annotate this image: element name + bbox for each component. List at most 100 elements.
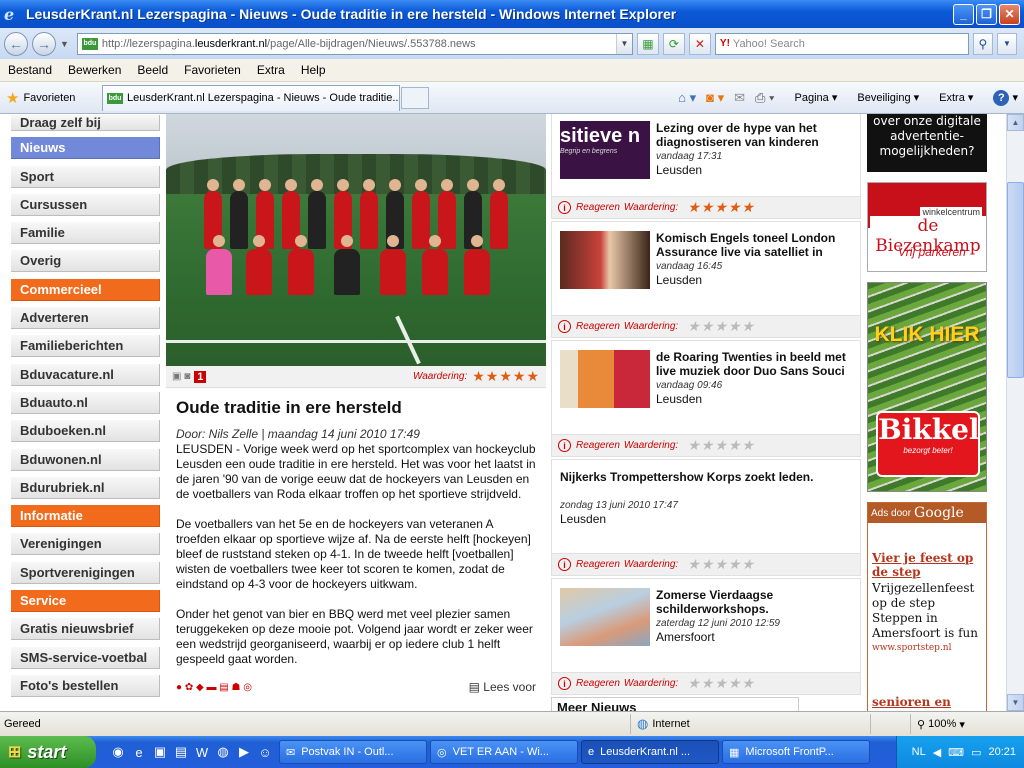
- taskbar-task[interactable]: e LeusderKrant.nl ...: [581, 740, 719, 764]
- keyboard-icon[interactable]: ⌨: [948, 746, 964, 759]
- news-item-title[interactable]: Lezing over de hype van het diagnostiser…: [656, 121, 852, 149]
- history-dropdown-icon[interactable]: ▼: [60, 39, 69, 49]
- language-indicator[interactable]: NL: [912, 746, 926, 758]
- react-link[interactable]: Reageren: [576, 440, 620, 451]
- photo-camera-icon[interactable]: ▣ ◙: [172, 371, 190, 382]
- home-icon[interactable]: ⌂ ▾: [678, 90, 696, 106]
- quicklaunch-messenger-icon[interactable]: ☺: [255, 742, 275, 762]
- sidebar-item-sport[interactable]: Sport: [11, 165, 160, 188]
- mail-icon[interactable]: ✉: [734, 90, 745, 106]
- sidebar-item-bduboeken-nl[interactable]: Bduboeken.nl: [11, 420, 160, 443]
- news-item[interactable]: Zomerse Vierdaagse schilderworkshops. zat…: [551, 578, 861, 695]
- search-field[interactable]: Y! Yahoo! Search: [714, 32, 969, 55]
- quicklaunch-word-icon[interactable]: W: [192, 742, 212, 762]
- menu-bestand[interactable]: Bestand: [0, 63, 60, 77]
- sidebar-item-sportverenigingen[interactable]: Sportverenigingen: [11, 561, 160, 584]
- react-link[interactable]: Reageren: [576, 202, 620, 213]
- sidebar-item-bduwonen-nl[interactable]: Bduwonen.nl: [11, 448, 160, 471]
- news-thumbnail[interactable]: [560, 231, 650, 289]
- quicklaunch-outlook-icon[interactable]: ◉: [108, 742, 128, 762]
- sidebar-item-overig[interactable]: Overig: [11, 250, 160, 273]
- news-item-title[interactable]: de Roaring Twenties in beeld met live mu…: [656, 350, 852, 378]
- menu-beeld[interactable]: Beeld: [129, 63, 176, 77]
- page-menu[interactable]: Pagina ▾: [785, 91, 838, 104]
- news-thumbnail[interactable]: sitieve n Begrip en begrens: [560, 121, 650, 179]
- news-item[interactable]: sitieve n Begrip en begrens Lezing over de…: [551, 114, 861, 219]
- news-item[interactable]: de Roaring Twenties in beeld met live mu…: [551, 340, 861, 457]
- address-dropdown-icon[interactable]: ▼: [615, 33, 632, 54]
- react-link[interactable]: Reageren: [576, 559, 620, 570]
- menu-bewerken[interactable]: Bewerken: [60, 63, 129, 77]
- maximize-button[interactable]: ❐: [976, 3, 997, 25]
- search-icon[interactable]: ⚲: [972, 32, 993, 55]
- sidebar-item-adverteren[interactable]: Adverteren: [11, 307, 160, 330]
- address-url[interactable]: http://lezerspagina.leusderkrant.nl/page…: [102, 38, 616, 50]
- quicklaunch-desktop-icon[interactable]: ▣: [150, 742, 170, 762]
- vertical-scrollbar[interactable]: ▲ ▼: [1006, 114, 1024, 711]
- quicklaunch-media-icon[interactable]: ▶: [234, 742, 254, 762]
- news-item-title[interactable]: Komisch Engels toneel London Assurance l…: [656, 231, 852, 259]
- network-icon[interactable]: ▭: [971, 746, 981, 759]
- sidebar-item-draag-zelf-bij[interactable]: Draag zelf bij: [11, 115, 160, 131]
- news-thumbnail[interactable]: [560, 350, 650, 408]
- new-tab-button[interactable]: [401, 86, 429, 109]
- refresh-icon[interactable]: ⟳: [662, 32, 685, 55]
- zoom-level[interactable]: ⚲ 100% ▾: [910, 714, 965, 734]
- share-icons[interactable]: ● ✿ ◆ ▬ ▤ ☗ ◎: [176, 682, 252, 693]
- sidebar-item-bduauto-nl[interactable]: Bduauto.nl: [11, 391, 160, 414]
- sidebar-item-familieberichten[interactable]: Familieberichten: [11, 335, 160, 358]
- google-ad-link-2[interactable]: senioren en wonen: [872, 695, 986, 711]
- search-options-icon[interactable]: ▼: [996, 32, 1017, 55]
- news-item-title[interactable]: Zomerse Vierdaagse schilderworkshops.: [656, 588, 852, 616]
- sidebar-item-commercieel[interactable]: Commercieel: [11, 278, 160, 301]
- news-item[interactable]: Komisch Engels toneel London Assurance l…: [551, 221, 861, 338]
- taskbar-task[interactable]: ▦ Microsoft FrontP...: [722, 740, 870, 764]
- sidebar-item-bdurubriek-nl[interactable]: Bdurubriek.nl: [11, 476, 160, 499]
- security-zone[interactable]: ◍ Internet: [630, 714, 870, 734]
- scroll-up-icon[interactable]: ▲: [1007, 114, 1024, 131]
- rss-icon[interactable]: ◙ ▾: [706, 90, 724, 106]
- news-item-title[interactable]: Nijkerks Trompettershow Korps zoekt lede…: [560, 470, 852, 484]
- compatibility-icon[interactable]: ▦: [636, 32, 659, 55]
- sidebar-item-informatie[interactable]: Informatie: [11, 505, 160, 528]
- forward-button[interactable]: →: [32, 31, 56, 56]
- quicklaunch-firefox-icon[interactable]: ◍: [213, 742, 233, 762]
- taskbar-task[interactable]: ✉ Postvak IN - Outl...: [279, 740, 427, 764]
- photo-count[interactable]: 1: [194, 370, 207, 383]
- sidebar-item-sms-service-voetbal[interactable]: SMS-service-voetbal: [11, 646, 160, 669]
- scroll-thumb[interactable]: [1007, 182, 1024, 378]
- more-news-header[interactable]: Meer Nieuws: [551, 697, 799, 711]
- ad-bikkel[interactable]: KLIK HIER Bikkel bezorgt beter!: [867, 282, 987, 492]
- react-link[interactable]: Reageren: [576, 321, 620, 332]
- menu-favorieten[interactable]: Favorieten: [176, 63, 249, 77]
- ad-digital[interactable]: over onze digitale advertentie-mogelijkh…: [867, 114, 987, 172]
- back-button[interactable]: ←: [4, 31, 28, 56]
- quicklaunch-ie-icon[interactable]: e: [129, 742, 149, 762]
- news-thumbnail[interactable]: [560, 588, 650, 646]
- menu-help[interactable]: Help: [293, 63, 334, 77]
- address-field[interactable]: bdu http://lezerspagina.leusderkrant.nl/…: [76, 32, 633, 55]
- article-photo[interactable]: [166, 114, 546, 366]
- sidebar-item-verenigingen[interactable]: Verenigingen: [11, 533, 160, 556]
- google-ad-link[interactable]: Vier je feest op de step: [872, 551, 982, 579]
- quicklaunch-folder-icon[interactable]: ▤: [171, 742, 191, 762]
- rating-stars[interactable]: ★★★★★: [687, 199, 755, 216]
- sidebar-item-cursussen[interactable]: Cursussen: [11, 193, 160, 216]
- taskbar-task[interactable]: ◎ VET ER AAN - Wi...: [430, 740, 578, 764]
- start-button[interactable]: ⊞ start: [0, 736, 96, 768]
- extra-menu[interactable]: Extra ▾: [929, 91, 973, 104]
- rating-stars[interactable]: ★★★★★: [687, 318, 755, 335]
- page-viewport[interactable]: Draag zelf bij Nieuws Sport Cursussen Famili…: [0, 114, 1006, 711]
- news-item[interactable]: Nijkerks Trompettershow Korps zoekt lede…: [551, 459, 861, 576]
- stop-icon[interactable]: ✕: [688, 32, 711, 55]
- sidebar-item-service[interactable]: Service: [11, 590, 160, 613]
- rating-stars[interactable]: ★★★★★: [687, 675, 755, 692]
- close-button[interactable]: ✕: [999, 3, 1020, 25]
- minimize-button[interactable]: _: [953, 3, 974, 25]
- rating-stars[interactable]: ★★★★★: [687, 556, 755, 573]
- sidebar-item-bduvacature-nl[interactable]: Bduvacature.nl: [11, 363, 160, 386]
- sidebar-item-nieuws[interactable]: Nieuws: [11, 137, 160, 160]
- sidebar-item-familie[interactable]: Familie: [11, 222, 160, 245]
- tab-current[interactable]: bdu LeusderKrant.nl Lezerspagina - Nieuw…: [102, 84, 400, 111]
- read-aloud-link[interactable]: ▤ Lees voor: [469, 680, 536, 694]
